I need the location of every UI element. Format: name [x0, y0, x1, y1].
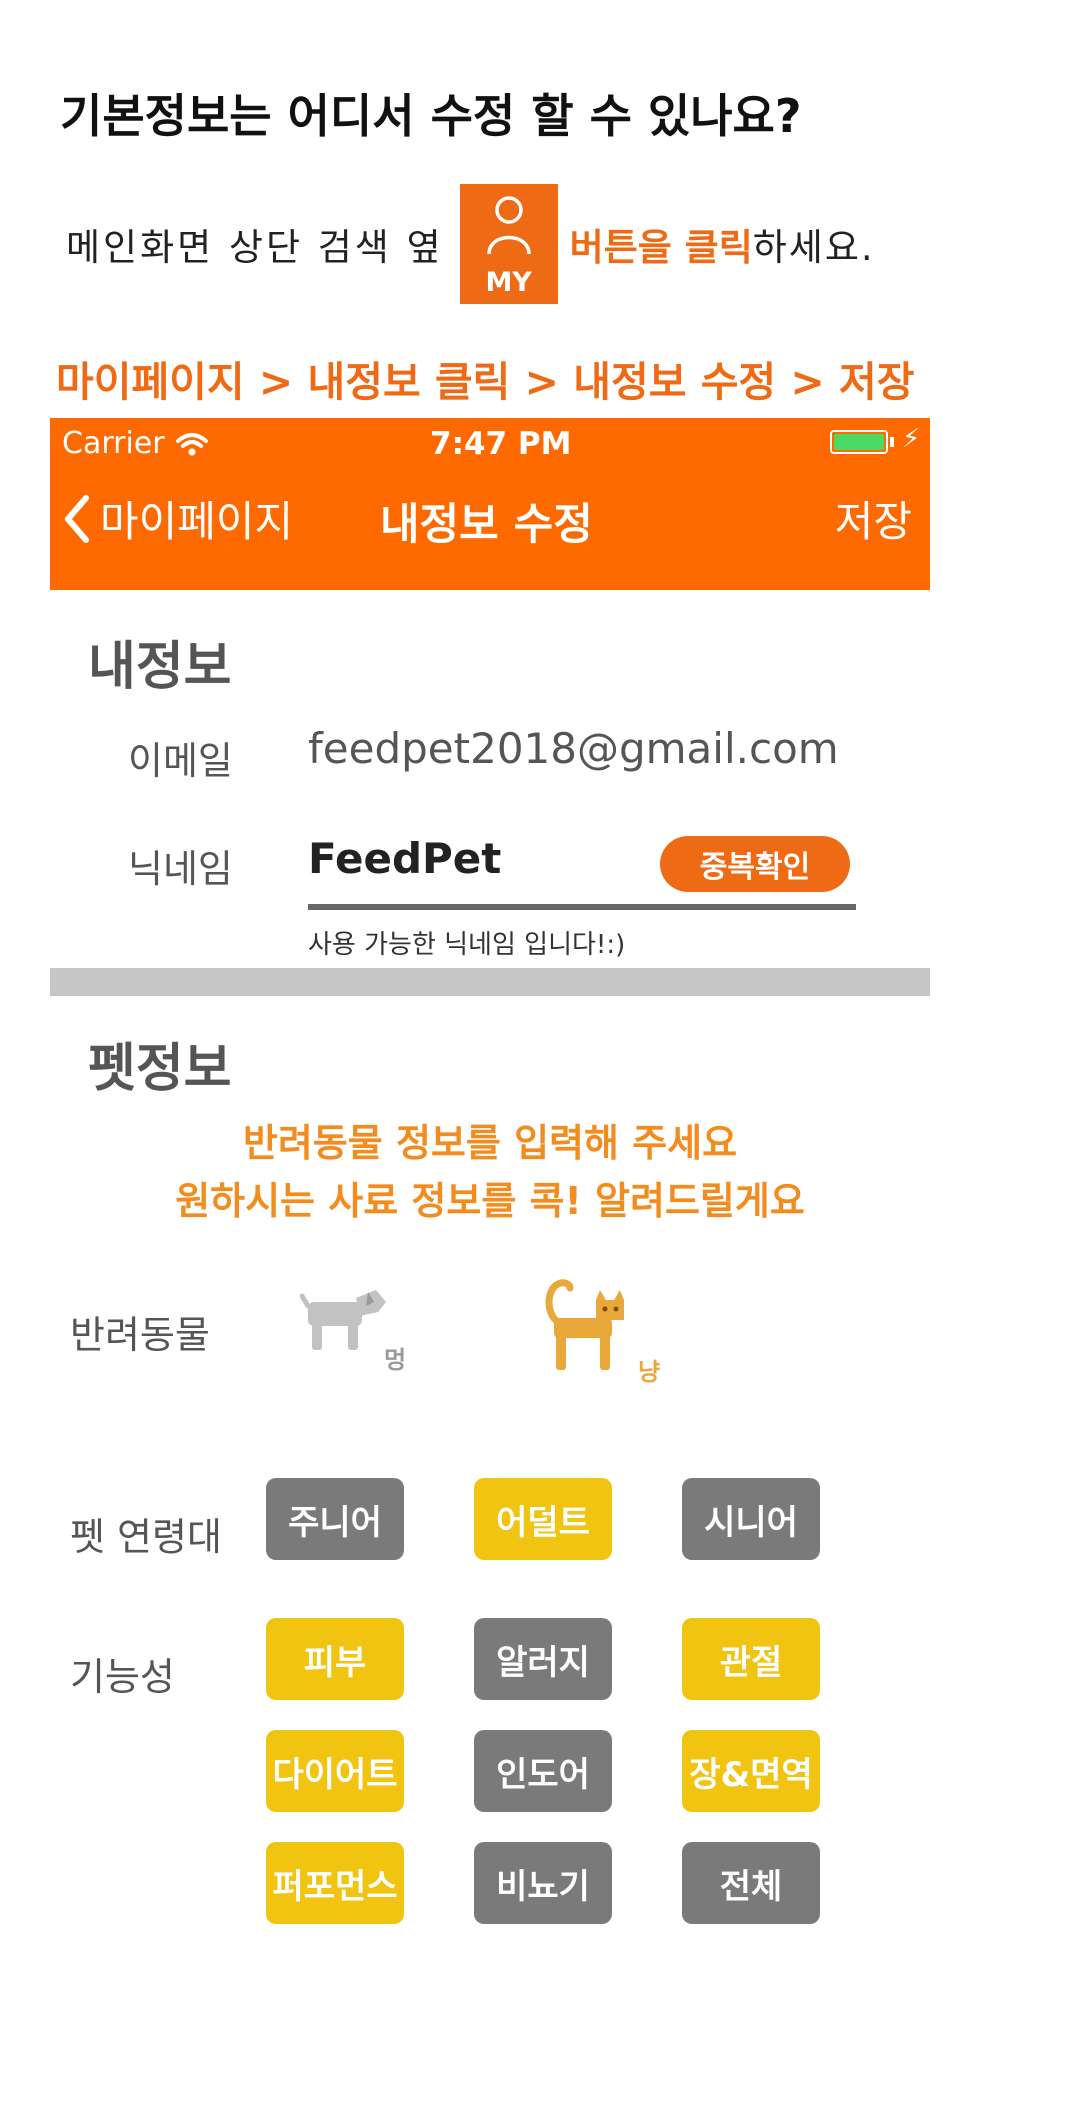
pet-info-message-1: 반려동물 정보를 입력해 주세요: [242, 1121, 738, 1165]
pet-info-heading: 펫정보: [88, 1039, 232, 1099]
nickname-status-message: 사용 가능한 닉네임 입니다!:): [308, 930, 626, 960]
function-option-urinary[interactable]: 비뇨기: [474, 1842, 612, 1924]
nickname-field[interactable]: FeedPet: [308, 834, 501, 883]
my-button-label: MY: [485, 267, 532, 298]
function-option-skin[interactable]: 피부: [266, 1618, 404, 1700]
charging-icon: ⚡: [902, 424, 921, 454]
age-group-label: 펫 연령대: [70, 1515, 222, 1559]
navigation-bar: Carrier 7:47 PM ⚡ 마이페이지 내정보 수정 저장: [50, 418, 930, 590]
user-icon: [486, 196, 531, 255]
carrier-label: Carrier: [62, 426, 165, 461]
instruction-suffix: 하세요.: [752, 226, 875, 269]
nickname-label: 닉네임: [128, 847, 233, 891]
instruction-text: 메인화면 상단 검색 옆: [66, 226, 444, 269]
duplicate-check-button[interactable]: 중복확인: [660, 836, 850, 892]
wifi-icon: [175, 432, 208, 455]
menu-path: 마이페이지 > 내정보 클릭 > 내정보 수정 > 저장: [56, 358, 915, 406]
dog-option[interactable]: 멍: [300, 1288, 420, 1388]
faq-title: 기본정보는 어디서 수정 할 수 있나요?: [60, 89, 802, 143]
function-option-performance[interactable]: 퍼포먼스: [266, 1842, 404, 1924]
status-carrier: Carrier: [62, 426, 209, 461]
email-label: 이메일: [128, 739, 233, 783]
pet-type-label: 반려동물: [70, 1313, 210, 1357]
function-label: 기능성: [70, 1655, 175, 1699]
email-value: feedpet2018@gmail.com: [308, 724, 839, 773]
age-option-senior[interactable]: 시니어: [682, 1478, 820, 1560]
my-button-illustration: MY: [459, 184, 558, 304]
pet-info-message-2: 원하시는 사료 정보를 콕! 알려드릴게요: [175, 1179, 805, 1223]
cat-option[interactable]: 냥: [544, 1278, 664, 1388]
function-option-allergy[interactable]: 알러지: [474, 1618, 612, 1700]
section-divider: [50, 968, 930, 996]
function-option-all[interactable]: 전체: [682, 1842, 820, 1924]
instruction-highlight: 버튼을 클릭: [569, 226, 753, 269]
function-option-diet[interactable]: 다이어트: [266, 1730, 404, 1812]
app-screenshot: Carrier 7:47 PM ⚡ 마이페이지 내정보 수정 저장 내정보 이메…: [50, 418, 930, 2118]
back-button[interactable]: 마이페이지: [64, 488, 293, 549]
dog-label: 멍: [384, 1346, 407, 1374]
nav-title: 내정보 수정: [380, 500, 593, 550]
nickname-underline: [308, 904, 856, 910]
function-option-indoor[interactable]: 인도어: [474, 1730, 612, 1812]
save-button[interactable]: 저장: [835, 488, 912, 549]
cat-icon: [545, 1279, 624, 1370]
age-option-adult[interactable]: 어덜트: [474, 1478, 612, 1560]
chevron-left-icon: [65, 494, 89, 543]
battery-tip: [890, 437, 894, 447]
back-label: 마이페이지: [100, 497, 294, 546]
function-option-gut-immunity[interactable]: 장&면역: [682, 1730, 820, 1812]
age-option-junior[interactable]: 주니어: [266, 1478, 404, 1560]
battery-icon: [830, 430, 888, 454]
function-option-joint[interactable]: 관절: [682, 1618, 820, 1700]
status-time: 7:47 PM: [430, 426, 572, 462]
faq-instruction: 메인화면 상단 검색 옆 MY 버튼을 클릭 하세요.: [66, 182, 875, 306]
cat-label: 냥: [638, 1358, 661, 1386]
my-info-heading: 내정보: [88, 637, 232, 697]
